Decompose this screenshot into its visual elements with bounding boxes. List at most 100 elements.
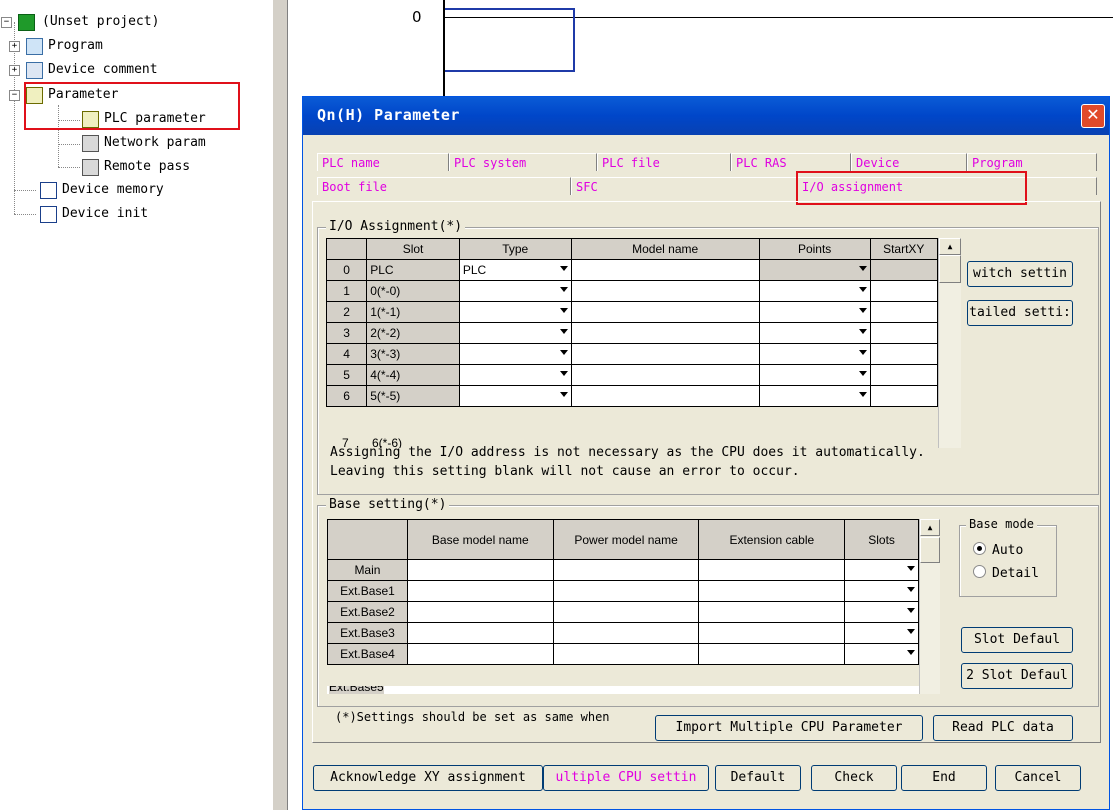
startxy-cell[interactable]	[869, 364, 938, 386]
chevron-down-icon[interactable]	[907, 629, 915, 634]
close-icon[interactable]: ✕	[1081, 104, 1105, 128]
slot-default-2-button[interactable]: 2 Slot Defaul	[961, 663, 1073, 689]
table-row[interactable]: 0 PLC PLC	[325, 259, 938, 281]
type-select[interactable]	[458, 364, 572, 386]
io-table-scrollbar[interactable]: ▲	[938, 238, 961, 448]
dialog-titlebar[interactable]: Qn(H) Parameter ✕	[303, 97, 1109, 135]
slots-select[interactable]	[844, 580, 919, 602]
table-row[interactable]: 3 2(*-2)	[325, 322, 938, 344]
type-select[interactable]	[458, 280, 572, 302]
type-select[interactable]: PLC	[458, 259, 572, 281]
io-assignment-table[interactable]: Slot Type Model name Points StartXY 0 PL…	[325, 238, 938, 407]
chevron-down-icon[interactable]	[858, 371, 867, 376]
radio-unchecked-icon[interactable]	[973, 565, 986, 578]
model-name-cell[interactable]	[570, 322, 760, 344]
power-model-cell[interactable]	[552, 559, 700, 581]
power-model-cell[interactable]	[552, 622, 700, 644]
chevron-down-icon[interactable]	[559, 350, 568, 355]
acknowledge-xy-button[interactable]: Acknowledge XY assignment	[313, 765, 543, 791]
tab-plc-file[interactable]: PLC file	[597, 153, 731, 171]
type-select[interactable]	[458, 385, 572, 407]
table-row[interactable]: Ext.Base2	[327, 601, 919, 623]
model-name-cell[interactable]	[570, 301, 760, 323]
extension-cable-cell[interactable]	[698, 580, 846, 602]
chevron-down-icon[interactable]	[559, 392, 568, 397]
extension-cable-cell[interactable]	[698, 559, 846, 581]
type-select[interactable]	[458, 301, 572, 323]
base-model-cell[interactable]	[406, 580, 554, 602]
base-model-cell[interactable]	[406, 559, 554, 581]
chevron-down-icon[interactable]	[858, 329, 867, 334]
power-model-cell[interactable]	[552, 643, 700, 665]
slot-default-button[interactable]: Slot Defaul	[961, 627, 1073, 653]
switch-setting-button[interactable]: witch settin	[967, 261, 1073, 287]
cancel-button[interactable]: Cancel	[995, 765, 1081, 791]
model-name-cell[interactable]	[570, 364, 760, 386]
tab-boot-file[interactable]: Boot file	[317, 177, 571, 195]
chevron-down-icon[interactable]	[858, 350, 867, 355]
import-multiple-cpu-button[interactable]: Import Multiple CPU Parameter	[655, 715, 923, 741]
points-select[interactable]	[758, 280, 871, 302]
base-setting-table[interactable]: Base model name Power model name Extensi…	[327, 519, 919, 665]
scroll-thumb[interactable]	[920, 537, 940, 563]
radio-checked-icon[interactable]	[973, 542, 986, 555]
chevron-down-icon[interactable]	[559, 371, 568, 376]
cursor-box[interactable]	[445, 8, 575, 72]
slots-select[interactable]	[844, 643, 919, 665]
chevron-down-icon[interactable]	[559, 329, 568, 334]
points-select[interactable]	[758, 364, 871, 386]
slots-select[interactable]	[844, 622, 919, 644]
chevron-down-icon[interactable]	[858, 308, 867, 313]
points-select[interactable]	[758, 343, 871, 365]
slots-select[interactable]	[844, 559, 919, 581]
scroll-up-icon[interactable]: ▲	[920, 519, 940, 536]
expand-icon[interactable]: +	[9, 65, 20, 76]
chevron-down-icon[interactable]	[559, 308, 568, 313]
chevron-down-icon[interactable]	[858, 266, 867, 271]
table-row-partial[interactable]: Ext.Base5	[327, 686, 919, 694]
model-name-cell[interactable]	[570, 259, 760, 281]
chevron-down-icon[interactable]	[858, 287, 867, 292]
tab-program[interactable]: Program	[967, 153, 1097, 171]
type-select[interactable]	[458, 343, 572, 365]
chevron-down-icon[interactable]	[858, 392, 867, 397]
base-model-cell[interactable]	[406, 643, 554, 665]
base-mode-auto-radio[interactable]: Auto	[973, 542, 1023, 560]
tab-sfc[interactable]: SFC	[571, 177, 797, 195]
table-row[interactable]: Ext.Base4	[327, 643, 919, 665]
chevron-down-icon[interactable]	[559, 266, 568, 271]
base-model-cell[interactable]	[406, 601, 554, 623]
table-row[interactable]: Main	[327, 559, 919, 581]
table-row[interactable]: 1 0(*-0)	[325, 280, 938, 302]
tab-plc-system[interactable]: PLC system	[449, 153, 597, 171]
startxy-cell[interactable]	[869, 322, 938, 344]
points-select[interactable]	[758, 301, 871, 323]
extension-cable-cell[interactable]	[698, 601, 846, 623]
pane-splitter[interactable]	[272, 0, 288, 810]
chevron-down-icon[interactable]	[559, 287, 568, 292]
table-row[interactable]: Ext.Base1	[327, 580, 919, 602]
scroll-up-icon[interactable]: ▲	[939, 238, 961, 255]
table-row[interactable]: 4 3(*-3)	[325, 343, 938, 365]
extension-cable-cell[interactable]	[698, 643, 846, 665]
table-row[interactable]: 6 5(*-5)	[325, 385, 938, 407]
points-select[interactable]	[758, 322, 871, 344]
tab-plc-ras[interactable]: PLC RAS	[731, 153, 851, 171]
table-row[interactable]: 5 4(*-4)	[325, 364, 938, 386]
end-button[interactable]: End	[901, 765, 987, 791]
power-model-cell[interactable]	[552, 601, 700, 623]
chevron-down-icon[interactable]	[907, 566, 915, 571]
model-name-cell[interactable]	[570, 280, 760, 302]
collapse-icon[interactable]: −	[9, 90, 20, 101]
model-name-cell[interactable]	[570, 343, 760, 365]
multiple-cpu-setting-button[interactable]: ultiple CPU settin	[543, 765, 709, 791]
collapse-icon[interactable]: −	[1, 17, 12, 28]
scroll-thumb[interactable]	[939, 255, 961, 283]
power-model-cell[interactable]	[552, 580, 700, 602]
startxy-cell[interactable]	[869, 301, 938, 323]
table-row[interactable]: 2 1(*-1)	[325, 301, 938, 323]
chevron-down-icon[interactable]	[907, 650, 915, 655]
startxy-cell[interactable]	[869, 280, 938, 302]
chevron-down-icon[interactable]	[907, 608, 915, 613]
model-name-cell[interactable]	[570, 385, 760, 407]
